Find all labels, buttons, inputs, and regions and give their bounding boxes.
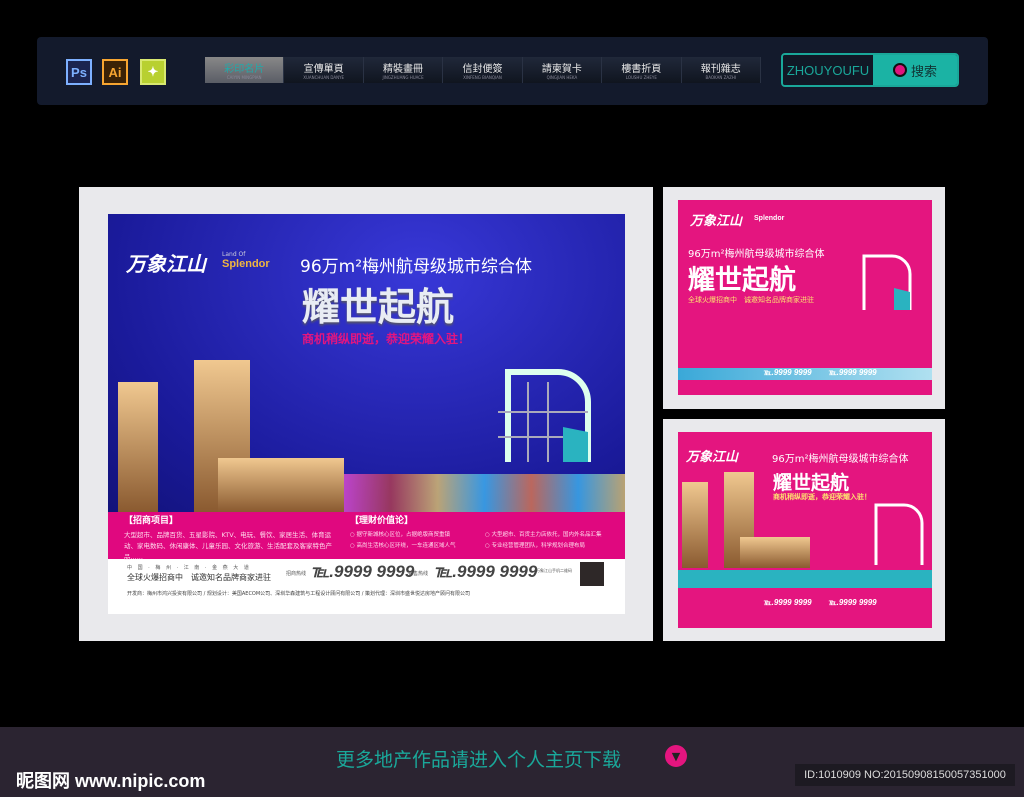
nav-sublabel: QINGJIAN HEKA	[546, 75, 578, 80]
qr-label: 万象江山手机二维码	[536, 568, 572, 573]
location-map	[498, 369, 591, 462]
chevron-down-icon[interactable]: ▼	[665, 745, 687, 767]
thumbnail-poster: 万象江山 96万m²梅州航母级城市综合体 耀世起航 商机稍纵即逝，恭迎荣耀入驻！…	[678, 432, 932, 628]
sub-slogan: 商机稍纵即逝，恭迎荣耀入驻！	[302, 332, 471, 346]
main-slogan: 耀世起航	[302, 285, 455, 329]
invite-text: 全球火爆招商中 诚邀知名品牌商家进驻	[688, 296, 814, 304]
value-item: ○ 大型超市、百货主力店依托，国内外名品汇集	[485, 532, 602, 538]
logo-en: Splendor	[222, 258, 270, 270]
search-button[interactable]: 搜索	[873, 55, 957, 85]
poster-hero: 万象江山 Land Of Splendor 96万m²梅州航母级城市综合体 耀世…	[108, 214, 625, 512]
main-preview-frame: 万象江山 Land Of Splendor 96万m²梅州航母级城市综合体 耀世…	[79, 187, 653, 641]
nav-label: 彩印名片	[224, 64, 265, 75]
building-image	[118, 382, 158, 512]
nav-sublabel: CAIYIN MINGPIAN	[226, 75, 262, 80]
nav-item-envelopes[interactable]: 信封便簽 XINFENG BIANQIAN	[443, 57, 523, 83]
location-map	[874, 503, 924, 565]
credits: 开发商：梅州市鸿兴投资有限公司 / 规划设计：美国AECOM公司、深圳华森建筑与…	[127, 591, 471, 597]
nav-sublabel: XUANCHUAN DANYE	[303, 75, 345, 80]
nav-item-business-cards[interactable]: 彩印名片 CAIYIN MINGPIAN	[205, 57, 285, 83]
download-cta[interactable]: 更多地产作品请进入个人主页下载	[336, 745, 621, 772]
top-toolbar: Ps Ai ✦ 彩印名片 CAIYIN MINGPIAN 宣傳單頁 XUANCHUA…	[37, 37, 988, 105]
nav-item-magazines[interactable]: 報刊雜志 BAOKAN ZAZHI	[682, 57, 761, 83]
nav-label: 信封便簽	[462, 64, 503, 75]
building-image	[682, 482, 708, 568]
nav-label: 宣傳單頁	[303, 64, 344, 75]
photoshop-icon[interactable]: Ps	[66, 59, 92, 85]
footer-bar: 更多地产作品请进入个人主页下载 ▼ 昵图网 www.nipic.com ID:1…	[0, 727, 1024, 797]
qr-code	[580, 562, 604, 586]
hotline-label: 招商热线	[286, 571, 307, 577]
hotline-number: ℡.9999 9999	[311, 562, 415, 581]
nav-sublabel: JINGZHUANG HUACE	[382, 75, 424, 80]
nav-item-flyers[interactable]: 宣傳單頁 XUANCHUAN DANYE	[284, 57, 364, 83]
main-poster: 万象江山 Land Of Splendor 96万m²梅州航母级城市综合体 耀世…	[108, 214, 625, 614]
sub-slogan: 商机稍纵即逝，恭迎荣耀入驻！	[773, 493, 871, 501]
nav-label: 樓書折頁	[621, 64, 662, 75]
invite-text: 全球火爆招商中 诚邀知名品牌商家进驻	[127, 573, 271, 582]
main-slogan: 耀世起航	[688, 265, 796, 296]
illustrator-icon[interactable]: Ai	[102, 59, 128, 85]
nav-sublabel: BAOKAN ZAZHI	[705, 75, 736, 80]
city-lights-image	[344, 474, 625, 512]
hotline-number: ℡.9999 9999	[828, 598, 877, 607]
nav-sublabel: XINFENG BIANQIAN	[463, 75, 502, 80]
watermark: 昵图网 www.nipic.com	[16, 771, 206, 791]
search-icon	[892, 63, 907, 77]
thumbnail-poster: 万象江山 Splendor 96万m²梅州航母级城市综合体 耀世起航 全球火爆招…	[678, 200, 932, 395]
logo-en: Splendor	[754, 215, 785, 222]
nav-item-folding-pages[interactable]: 樓書折頁 LOUSHU ZHEYE	[602, 57, 682, 83]
coreldraw-icon[interactable]: ✦	[140, 59, 166, 85]
info-band	[678, 570, 932, 588]
main-slogan: 耀世起航	[773, 472, 850, 494]
category-nav: 彩印名片 CAIYIN MINGPIAN 宣傳單頁 XUANCHUAN DANYE …	[205, 57, 761, 83]
hotline-label: 销售热线	[408, 571, 429, 577]
search-box: ZHOUYOUFU 搜索	[781, 53, 959, 87]
section-title: 【招商项目】	[124, 516, 179, 526]
brand-logo: 万象江山	[686, 450, 739, 465]
search-label: 搜索	[910, 64, 937, 80]
building-image	[740, 537, 810, 568]
headline: 96万m²梅州航母级城市综合体	[300, 257, 533, 277]
hotline-number: ℡.9999 9999	[828, 368, 877, 377]
location-map	[862, 254, 912, 310]
hotline-number: ℡.9999 9999	[763, 368, 812, 377]
nav-item-invitations[interactable]: 請柬賀卡 QINGJIAN HEKA	[523, 57, 603, 83]
hotline-band: ℡.9999 9999 ℡.9999 9999	[678, 368, 932, 380]
building-image	[218, 458, 344, 512]
search-input[interactable]: ZHOUYOUFU	[783, 55, 873, 85]
brand-logo: 万象江山	[690, 214, 743, 229]
nav-sublabel: LOUSHU ZHEYE	[625, 75, 657, 80]
nav-item-brochures[interactable]: 精裝畫冊 JINGZHUANG HUACE	[364, 57, 444, 83]
hotline-number: ℡.9999 9999	[763, 598, 812, 607]
section-title: 【理财价值论】	[350, 516, 414, 526]
section-text: 大型超市、品牌百货、五星影院、KTV、电玩、餐饮、家居生活、体育运动、家电数码、…	[124, 531, 332, 561]
address: 中 国 · 梅 州 · 江 南 · 金 燕 大 道	[127, 565, 251, 571]
image-id: ID:1010909 NO:20150908150057351000	[795, 764, 1015, 786]
logo-en-small: Land Of	[222, 251, 246, 258]
nav-label: 請柬賀卡	[541, 64, 582, 75]
value-item: ○ 据守新城核心区位，占据绝版商贸重镇	[350, 532, 451, 538]
preview-thumbnail-2[interactable]: 万象江山 96万m²梅州航母级城市综合体 耀世起航 商机稍纵即逝，恭迎荣耀入驻！…	[663, 419, 945, 641]
nav-label: 精裝畫冊	[383, 64, 424, 75]
brand-logo: 万象江山	[126, 252, 206, 276]
value-item: ○ 高尚生活核心区环绕，一车连通区域人气	[350, 543, 456, 549]
nav-label: 報刊雜志	[700, 64, 741, 75]
preview-thumbnail-1[interactable]: 万象江山 Splendor 96万m²梅州航母级城市综合体 耀世起航 全球火爆招…	[663, 187, 945, 409]
info-band: 【招商项目】 大型超市、品牌百货、五星影院、KTV、电玩、餐饮、家居生活、体育运…	[108, 512, 625, 561]
headline: 96万m²梅州航母级城市综合体	[772, 454, 909, 465]
hotline-number: ℡.9999 9999	[434, 562, 538, 581]
value-item: ○ 专业经营管理团队，科学规划合理布局	[485, 543, 586, 549]
